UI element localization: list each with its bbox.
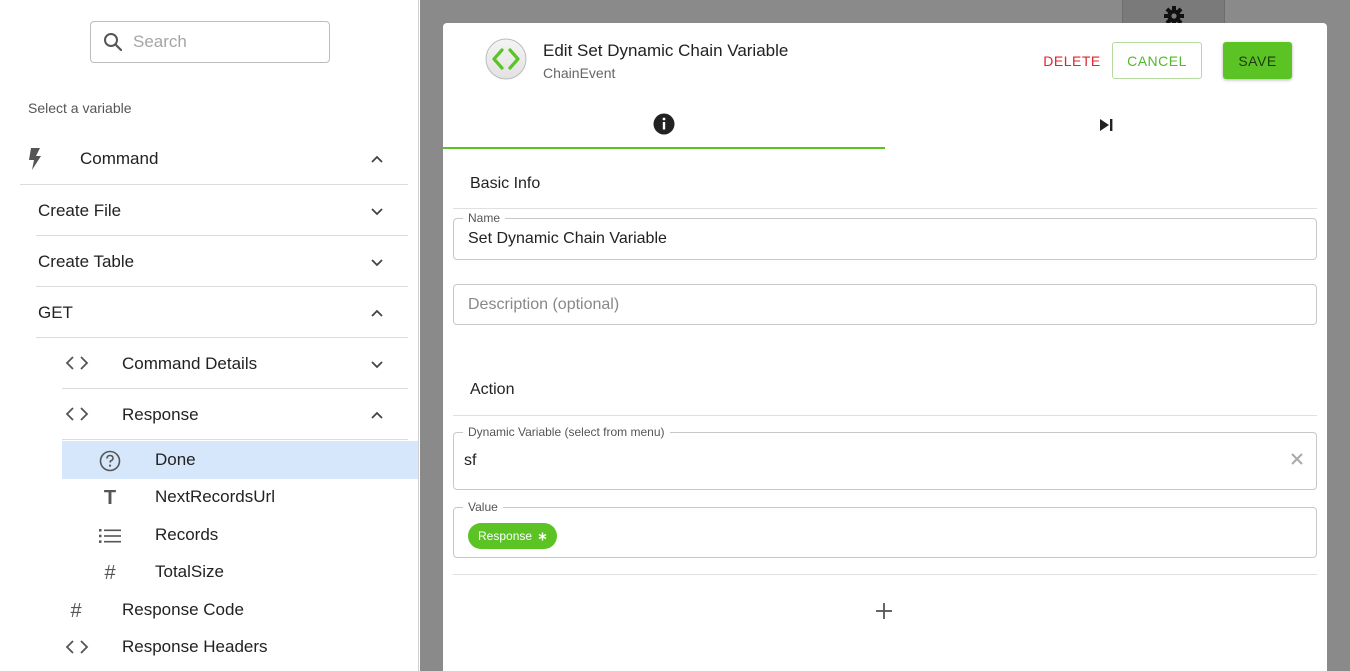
search-icon bbox=[104, 33, 123, 52]
tree-item-create-table[interactable]: Create Table bbox=[38, 236, 408, 287]
dynamic-variable-field[interactable]: Dynamic Variable (select from menu) sf bbox=[453, 425, 1317, 490]
clear-icon[interactable] bbox=[1290, 452, 1304, 466]
text-type-icon: T bbox=[103, 486, 117, 509]
hash-icon: # bbox=[104, 561, 116, 584]
list-icon bbox=[98, 524, 122, 548]
tree-item-label: Response Headers bbox=[122, 637, 268, 656]
edit-dialog: Edit Set Dynamic Chain Variable ChainEve… bbox=[443, 23, 1327, 671]
chip-label: Response bbox=[478, 529, 533, 543]
tree-item-label: Command Details bbox=[122, 353, 258, 373]
tree-item-response[interactable]: Response bbox=[62, 389, 408, 440]
dynamic-variable-value[interactable]: sf bbox=[464, 452, 476, 470]
name-field-label: Name bbox=[463, 211, 506, 225]
tree-item-response-headers[interactable]: Response Headers bbox=[62, 628, 418, 666]
divider bbox=[453, 574, 1317, 575]
tree-item-label: NextRecordsUrl bbox=[155, 487, 275, 506]
chevron-down-icon[interactable] bbox=[370, 204, 384, 218]
code-icon bbox=[64, 405, 90, 423]
chevron-down-icon[interactable] bbox=[370, 357, 384, 371]
bolt-icon bbox=[26, 148, 44, 170]
dynamic-variable-label: Dynamic Variable (select from menu) bbox=[463, 425, 670, 439]
tree-item-label: Create File bbox=[38, 200, 122, 220]
delete-button[interactable]: DELETE bbox=[1017, 42, 1127, 79]
hash-icon: # bbox=[70, 599, 82, 622]
divider bbox=[62, 439, 408, 440]
select-variable-label: Select a variable bbox=[28, 100, 132, 116]
search-input[interactable] bbox=[133, 32, 313, 52]
divider bbox=[453, 208, 1317, 209]
dialog-subtitle: ChainEvent bbox=[543, 65, 616, 81]
code-circle-icon bbox=[485, 38, 527, 80]
variable-sidebar: Select a variable Command Create File Cr… bbox=[0, 0, 419, 671]
tree-item-label: Create Table bbox=[38, 251, 135, 271]
tree-item-label: TotalSize bbox=[155, 562, 224, 581]
tree-item-label: Done bbox=[155, 450, 196, 469]
dialog-title: Edit Set Dynamic Chain Variable bbox=[543, 41, 789, 60]
chevron-up-icon[interactable] bbox=[370, 306, 384, 320]
tree-item-response-code[interactable]: # Response Code bbox=[62, 591, 418, 629]
chevron-up-icon[interactable] bbox=[370, 152, 384, 166]
name-field[interactable]: Name Set Dynamic Chain Variable bbox=[453, 211, 1317, 260]
response-chip[interactable]: Response bbox=[468, 523, 558, 549]
tree-item-create-file[interactable]: Create File bbox=[38, 185, 408, 236]
tree-item-command[interactable]: Command bbox=[20, 133, 408, 184]
tree-item-label: Command bbox=[80, 148, 159, 168]
tree-item-label: GET bbox=[38, 302, 73, 322]
chevron-up-icon[interactable] bbox=[370, 408, 384, 422]
code-icon bbox=[64, 354, 90, 372]
skip-next-icon bbox=[1100, 119, 1113, 131]
info-icon bbox=[653, 113, 675, 135]
value-field-label: Value bbox=[463, 500, 503, 514]
tab-info[interactable] bbox=[443, 101, 885, 149]
tree-item-label: Response bbox=[122, 404, 199, 424]
name-field-value[interactable]: Set Dynamic Chain Variable bbox=[468, 230, 667, 248]
question-circle-icon bbox=[98, 449, 122, 473]
search-box[interactable] bbox=[90, 21, 330, 63]
tree-item-label: Response Code bbox=[122, 600, 244, 619]
tree-item-records[interactable]: Records bbox=[62, 516, 418, 554]
tree-item-nextrecordsurl[interactable]: T NextRecordsUrl bbox=[62, 478, 418, 516]
value-field[interactable]: Value Response bbox=[453, 500, 1317, 558]
basic-info-heading: Basic Info bbox=[470, 175, 541, 192]
chevron-down-icon[interactable] bbox=[370, 255, 384, 269]
description-placeholder[interactable]: Description (optional) bbox=[468, 296, 619, 314]
tree-item-get[interactable]: GET bbox=[38, 287, 408, 338]
tree-item-totalsize[interactable]: # TotalSize bbox=[62, 553, 418, 591]
tree-item-command-details[interactable]: Command Details bbox=[62, 338, 408, 389]
asterisk-icon bbox=[538, 531, 547, 541]
tree-item-label: Records bbox=[155, 525, 219, 544]
tab-next[interactable] bbox=[885, 101, 1327, 149]
action-heading: Action bbox=[470, 381, 515, 398]
code-icon bbox=[64, 638, 90, 656]
description-field[interactable]: Description (optional) bbox=[453, 284, 1317, 325]
tree-item-done[interactable]: Done bbox=[62, 441, 418, 479]
save-button[interactable]: SAVE bbox=[1223, 42, 1292, 79]
divider bbox=[453, 415, 1317, 416]
cancel-button[interactable]: CANCEL bbox=[1112, 42, 1202, 79]
add-icon[interactable] bbox=[874, 601, 894, 621]
